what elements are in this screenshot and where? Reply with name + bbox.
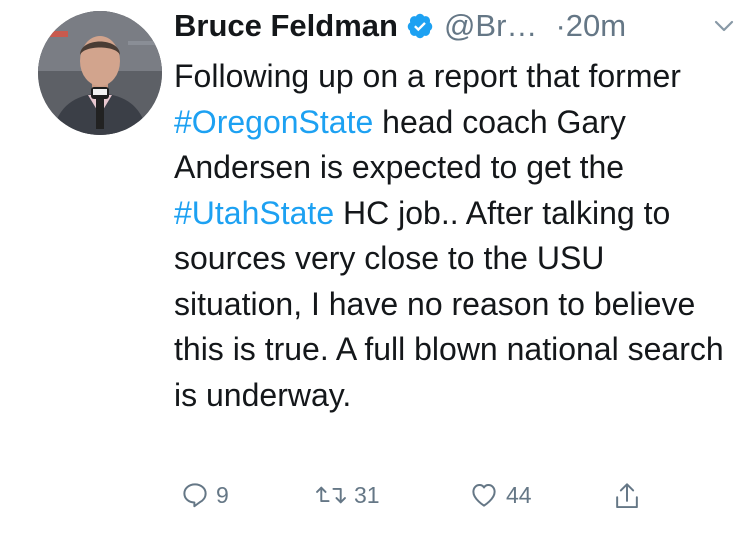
retweet-button[interactable]: 31	[308, 480, 380, 510]
avatar[interactable]	[38, 11, 162, 135]
avatar-image	[38, 11, 162, 135]
hashtag-link[interactable]: #UtahState	[174, 195, 334, 231]
tweet-text-segment: Following up on a report that former	[174, 58, 681, 94]
chevron-down-icon[interactable]	[712, 14, 736, 38]
like-count: 44	[506, 481, 532, 508]
author-handle[interactable]: @Br…	[444, 8, 537, 44]
share-icon	[612, 480, 642, 512]
hashtag-link[interactable]: #OregonState	[174, 104, 373, 140]
reply-button[interactable]: 9	[174, 480, 229, 510]
like-button[interactable]: 44	[462, 480, 532, 510]
tweet-header: Bruce Feldman @Br… · 20m	[174, 0, 734, 52]
retweet-count: 31	[354, 481, 380, 508]
reply-count: 9	[216, 481, 229, 508]
heart-icon	[468, 480, 500, 510]
tweet-timestamp[interactable]: 20m	[566, 8, 626, 44]
reply-icon	[180, 480, 210, 510]
time-separator: ·	[555, 8, 566, 43]
tweet-actions: 9 31 44	[174, 480, 654, 528]
verified-badge-icon	[406, 12, 434, 40]
share-button[interactable]	[606, 480, 642, 512]
retweet-icon	[314, 480, 348, 510]
tweet-text: Following up on a report that former #Or…	[174, 54, 734, 418]
author-name[interactable]: Bruce Feldman	[174, 8, 398, 44]
tweet[interactable]: Bruce Feldman @Br… · 20m Following up on…	[0, 0, 750, 542]
